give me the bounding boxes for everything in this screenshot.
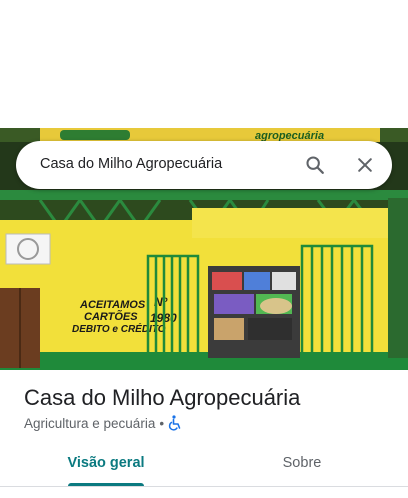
place-tabs: Visão geral Sobre: [0, 440, 408, 486]
place-title: Casa do Milho Agropecuária: [24, 385, 301, 410]
tab-about[interactable]: Sobre: [250, 440, 354, 486]
map-blank-area: [0, 0, 408, 128]
separator-dot: •: [159, 415, 165, 431]
tab-overview[interactable]: Visão geral: [52, 440, 160, 486]
wheelchair-icon[interactable]: [168, 415, 182, 431]
close-icon: [358, 158, 372, 172]
tabs-divider: [0, 486, 408, 487]
wall-text-line-1: ACEITAMOS: [79, 299, 146, 311]
wall-text-line-2: CARTÕES: [84, 310, 138, 323]
search-button[interactable]: [299, 149, 331, 181]
clear-search-button[interactable]: [349, 149, 381, 181]
place-category[interactable]: Agricultura e pecuária: [24, 416, 155, 431]
search-box[interactable]: Casa do Milho Agropecuária: [16, 141, 392, 189]
place-subtitle: Agricultura e pecuária •: [24, 415, 182, 431]
search-input[interactable]: Casa do Milho Agropecuária: [40, 156, 222, 172]
search-icon: [306, 156, 324, 174]
